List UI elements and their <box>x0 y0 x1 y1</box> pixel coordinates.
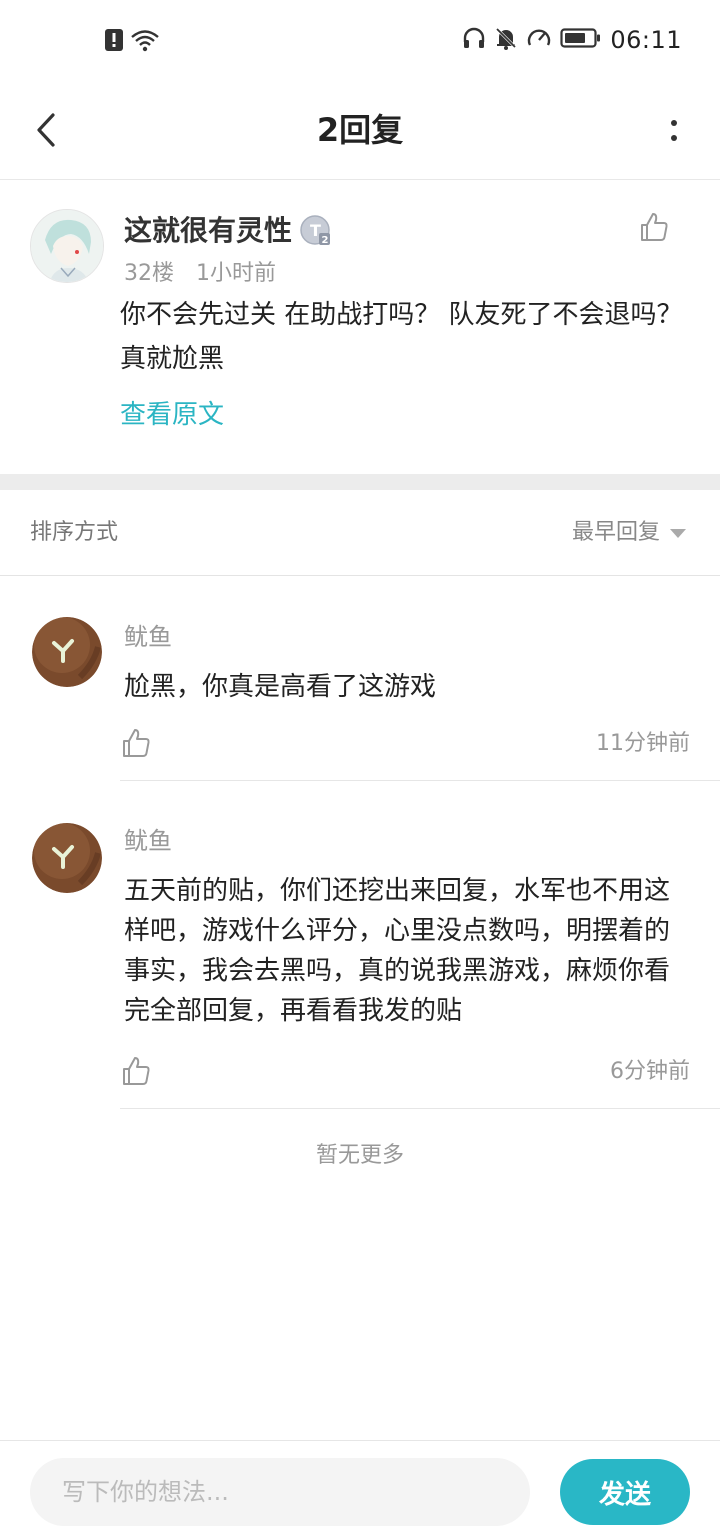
reply-item: 鱿鱼 尬黑，你真是高看了这游戏 11分钟前 <box>0 577 720 781</box>
main-post: 这就很有灵性 T 2 32楼 1小时前 你不会先过关 在助战打吗？ 队友死了不会… <box>0 181 720 474</box>
bell-muted-icon <box>494 26 518 54</box>
no-more-label: 暂无更多 <box>315 1143 404 1168</box>
thumbs-up-icon <box>123 1057 150 1085</box>
view-original-link[interactable]: 查看原文 <box>120 395 224 435</box>
post-meta: 32楼 1小时前 <box>124 257 276 291</box>
author-name[interactable]: 这就很有灵性 <box>124 211 292 251</box>
top-header: 2回复 <box>0 80 720 180</box>
thumbs-up-icon <box>123 729 150 757</box>
status-bar: 06:11 <box>0 0 720 80</box>
reply-author[interactable]: 鱿鱼 <box>124 619 172 655</box>
page-title: 2回复 <box>316 111 404 149</box>
sort-selected-value: 最早回复 <box>571 520 660 545</box>
comment-bar: 发送 <box>0 1440 720 1540</box>
like-button[interactable] <box>638 211 670 243</box>
battery-icon <box>560 26 602 54</box>
wifi-icon <box>130 28 160 56</box>
more-dot <box>671 119 677 126</box>
status-left-icons <box>104 28 160 56</box>
post-content: 你不会先过关 在助战打吗？ 队友死了不会退吗？ 真就尬黑 <box>120 300 683 374</box>
reply-item: 鱿鱼 五天前的贴，你们还挖出来回复，水军也不用这样吧，游戏什么评分，心里没点数吗… <box>0 781 720 1109</box>
more-options-button[interactable] <box>664 108 684 152</box>
headphones-icon <box>462 26 486 54</box>
floor-number: 32楼 <box>124 261 174 286</box>
status-right-icons: 06:11 <box>462 26 682 54</box>
reply-like-button[interactable] <box>120 727 152 759</box>
reply-avatar[interactable] <box>32 617 102 687</box>
reply-content: 五天前的贴，你们还挖出来回复，水军也不用这样吧，游戏什么评分，心里没点数吗，明摆… <box>124 876 671 1026</box>
alert-icon <box>104 28 124 56</box>
reply-time: 6分钟前 <box>610 1059 690 1084</box>
reply-avatar[interactable] <box>32 823 102 893</box>
author-avatar[interactable] <box>30 209 104 283</box>
thumbs-up-icon <box>641 213 668 241</box>
sort-label: 排序方式 <box>30 520 119 545</box>
more-dot <box>671 134 677 141</box>
status-time: 06:11 <box>610 26 682 54</box>
send-button[interactable]: 发送 <box>560 1459 690 1525</box>
reply-time: 11分钟前 <box>596 731 690 756</box>
comment-input[interactable] <box>30 1458 530 1526</box>
reply-like-button[interactable] <box>120 1055 152 1087</box>
section-divider <box>0 474 720 490</box>
reply-content: 尬黑，你真是高看了这游戏 <box>124 672 437 702</box>
sort-dropdown[interactable]: 最早回复 <box>572 516 686 550</box>
level-badge-icon: T 2 <box>300 215 332 247</box>
speedometer-icon <box>526 26 552 54</box>
reply-divider <box>120 1108 720 1109</box>
reply-author[interactable]: 鱿鱼 <box>124 823 172 859</box>
caret-down-icon <box>670 528 686 538</box>
svg-text:2: 2 <box>322 235 329 246</box>
sort-bar: 排序方式 最早回复 <box>0 490 720 576</box>
post-time: 1小时前 <box>196 261 276 286</box>
